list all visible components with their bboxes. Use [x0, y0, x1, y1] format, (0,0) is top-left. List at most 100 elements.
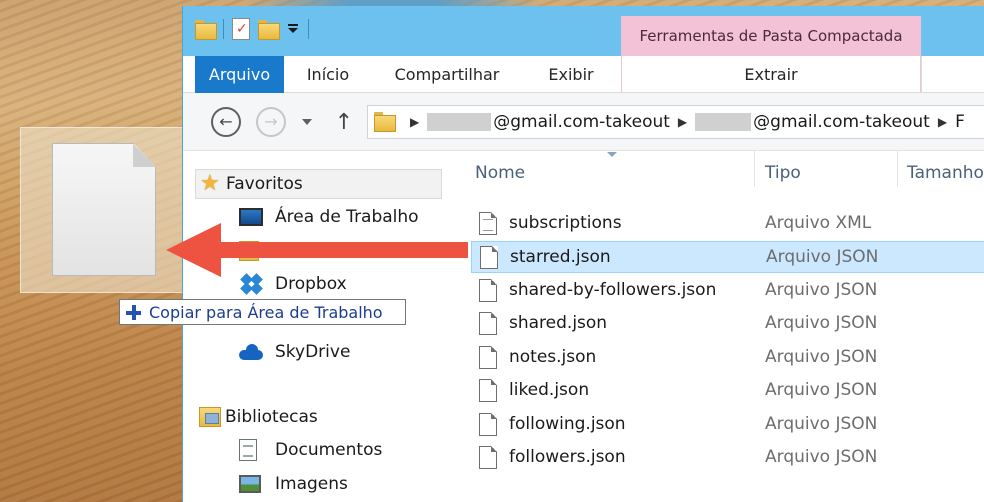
nav-item-images[interactable]: Imagens	[239, 469, 348, 499]
toolbar-separator	[223, 19, 224, 39]
table-row[interactable]: followers.json Arquivo JSON	[471, 442, 984, 474]
breadcrumb-segment[interactable]: F	[955, 112, 965, 132]
file-name: shared-by-followers.json	[509, 280, 717, 300]
xml-file-icon	[479, 212, 497, 235]
ribbon-tabs: Arquivo Início Compartilhar Exibir Extra…	[183, 56, 984, 93]
folder-icon	[374, 112, 396, 132]
file-name: notes.json	[509, 347, 597, 367]
back-button[interactable]: ←	[211, 107, 241, 137]
arrow-right-icon: →	[264, 112, 278, 131]
address-toolbar: ← → ↑ ▶ @gmail.com-takeout ▶ @gmail.com-…	[183, 93, 984, 151]
arrow-up-icon: ↑	[334, 109, 354, 135]
file-name: followers.json	[509, 447, 626, 467]
nav-label: Imagens	[275, 474, 348, 494]
nav-libraries[interactable]: Bibliotecas	[195, 402, 442, 432]
title-bar: Ferramentas de Pasta Compactada	[183, 6, 984, 56]
nav-label: Área de Trabalho	[275, 207, 419, 227]
json-file-icon	[479, 346, 497, 369]
redacted-text	[427, 113, 492, 131]
table-row[interactable]: liked.json Arquivo JSON	[471, 375, 984, 407]
images-icon	[239, 475, 261, 493]
breadcrumb-segment[interactable]: @gmail.com-takeout	[753, 112, 930, 132]
dragged-file-icon-fold	[133, 143, 156, 167]
breadcrumb-chevron-icon[interactable]: ▶	[678, 115, 687, 129]
file-name: starred.json	[510, 247, 611, 267]
file-type: Arquivo JSON	[765, 447, 878, 467]
file-name: subscriptions	[509, 213, 622, 233]
nav-label: Documentos	[275, 440, 383, 460]
breadcrumb-segment[interactable]: @gmail.com-takeout	[493, 112, 670, 132]
file-type: Arquivo JSON	[765, 313, 878, 333]
table-row[interactable]: subscriptions Arquivo XML	[471, 208, 984, 240]
json-file-icon	[480, 246, 498, 269]
explorer-content: ★ Favoritos Área de Trabalho Downloads D…	[183, 151, 984, 502]
dropbox-icon	[239, 273, 263, 295]
up-button[interactable]: ↑	[333, 107, 355, 137]
breadcrumb-chevron-icon[interactable]: ▶	[938, 115, 947, 129]
tab-area-separator	[921, 56, 984, 93]
plus-icon	[126, 304, 141, 320]
new-folder-icon[interactable]	[258, 20, 280, 40]
json-file-icon	[479, 413, 497, 436]
downloads-icon	[239, 241, 259, 261]
documents-icon	[239, 439, 257, 461]
tab-home[interactable]: Início	[284, 56, 372, 93]
navigation-pane: ★ Favoritos Área de Trabalho Downloads D…	[183, 151, 445, 502]
nav-item-skydrive[interactable]: SkyDrive	[239, 337, 350, 367]
breadcrumb[interactable]: ▶ @gmail.com-takeout ▶ @gmail.com-takeou…	[367, 105, 984, 139]
tab-file[interactable]: Arquivo	[195, 56, 284, 93]
column-header-name[interactable]: Nome	[475, 151, 525, 195]
tab-view[interactable]: Exibir	[522, 56, 620, 93]
column-divider[interactable]	[897, 151, 898, 187]
tab-share[interactable]: Compartilhar	[372, 56, 522, 93]
breadcrumb-chevron-icon[interactable]: ▶	[410, 115, 419, 129]
column-header-type[interactable]: Tipo	[765, 151, 801, 195]
explorer-window: Ferramentas de Pasta Compactada Arquivo …	[182, 6, 984, 502]
customize-toolbar-icon[interactable]	[286, 22, 300, 36]
table-row[interactable]: notes.json Arquivo JSON	[471, 342, 984, 374]
nav-label: Bibliotecas	[225, 407, 318, 427]
redacted-text	[695, 113, 752, 131]
file-type: Arquivo JSON	[765, 280, 878, 300]
json-file-icon	[479, 379, 497, 402]
file-list: Nome Tipo Tamanho subscriptions Arquivo …	[445, 151, 984, 502]
file-type: Arquivo JSON	[765, 380, 878, 400]
recent-locations-chevron-icon[interactable]	[302, 119, 312, 125]
table-row[interactable]: shared.json Arquivo JSON	[471, 308, 984, 340]
context-tab-group-header: Ferramentas de Pasta Compactada	[621, 16, 921, 56]
drag-ghost	[20, 127, 192, 293]
nav-label: Downloads	[275, 241, 369, 261]
desktop-icon	[239, 208, 263, 226]
file-type: Arquivo XML	[765, 213, 872, 233]
nav-label: Dropbox	[275, 274, 347, 294]
properties-icon[interactable]	[232, 18, 250, 40]
file-type: Arquivo JSON	[765, 347, 878, 367]
column-header-size[interactable]: Tamanho	[907, 151, 984, 195]
table-row[interactable]: shared-by-followers.json Arquivo JSON	[471, 275, 984, 307]
file-name: liked.json	[509, 380, 590, 400]
table-row-selected[interactable]: starred.json Arquivo JSON	[471, 241, 984, 273]
nav-item-downloads[interactable]: Downloads	[239, 236, 369, 266]
json-file-icon	[479, 279, 497, 302]
tab-extract[interactable]: Extrair	[621, 56, 921, 93]
toolbar-separator	[308, 19, 309, 39]
nav-item-documents[interactable]: Documentos	[239, 435, 383, 465]
folder-icon[interactable]	[195, 20, 217, 40]
nav-item-dropbox[interactable]: Dropbox	[239, 269, 347, 299]
table-row[interactable]: following.json Arquivo JSON	[471, 409, 984, 441]
file-name: following.json	[509, 414, 626, 434]
library-icon	[199, 407, 221, 427]
quick-access-toolbar	[195, 18, 309, 40]
drop-tooltip-label: Copiar para Área de Trabalho	[149, 302, 383, 322]
drop-tooltip: Copiar para Área de Trabalho	[119, 299, 406, 325]
column-divider[interactable]	[754, 151, 755, 187]
nav-favorites[interactable]: ★ Favoritos	[195, 169, 442, 199]
arrow-left-icon: ←	[219, 112, 233, 131]
forward-button[interactable]: →	[256, 107, 286, 137]
json-file-icon	[479, 312, 497, 335]
nav-item-desktop[interactable]: Área de Trabalho	[239, 202, 419, 232]
file-type: Arquivo JSON	[766, 247, 879, 267]
nav-label: Favoritos	[226, 174, 303, 194]
file-name: shared.json	[509, 313, 608, 333]
sort-chevron-icon	[607, 152, 617, 157]
